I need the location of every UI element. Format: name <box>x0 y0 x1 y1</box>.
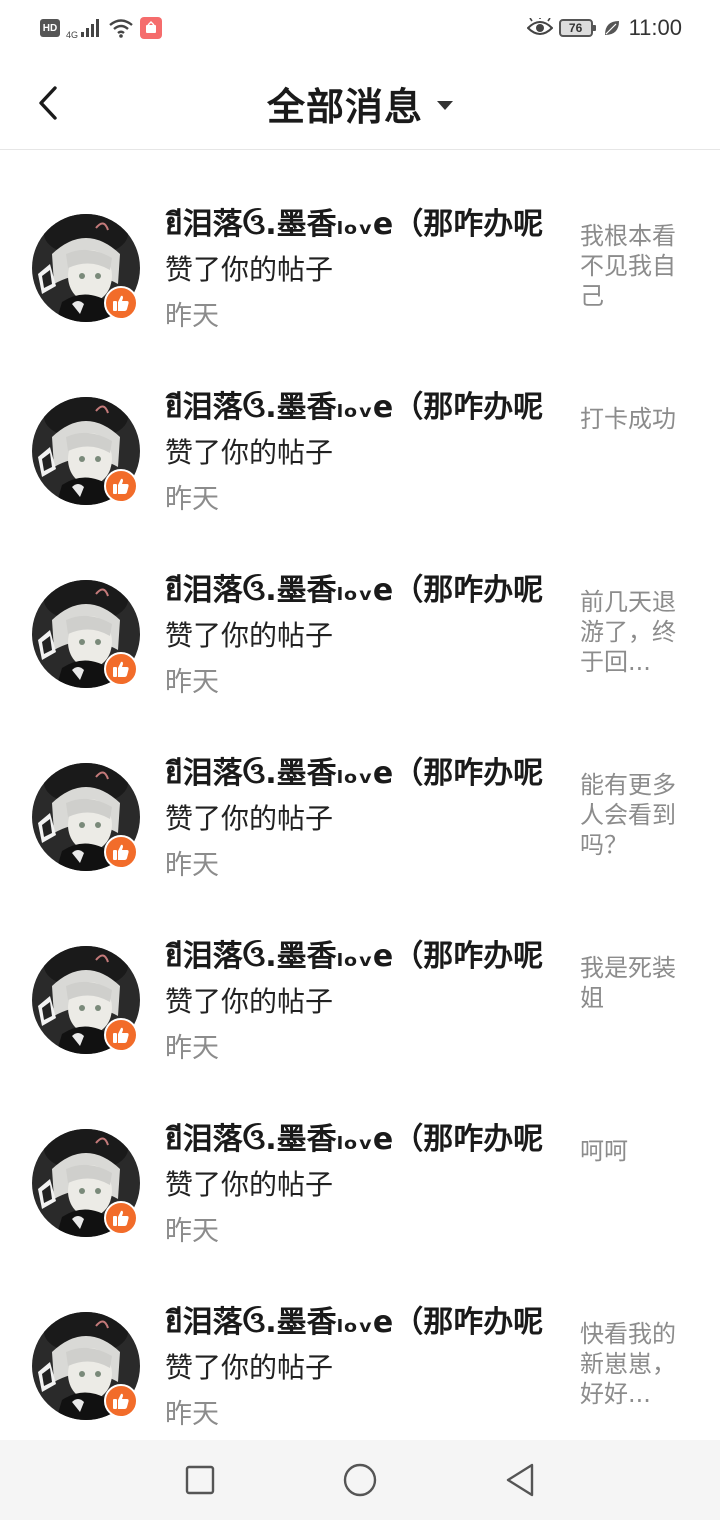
thumbs-up-icon <box>113 1393 129 1409</box>
system-back-button[interactable] <box>500 1460 540 1500</box>
network-type-label: 4G <box>66 30 79 40</box>
sender-name[interactable]: ยี泪落ઉ.墨香ₗₒᵥe（那咋办呢 <box>165 571 555 611</box>
post-preview[interactable]: 前几天退游了，终于回... <box>580 587 690 677</box>
sender-name[interactable]: ยี泪落ઉ.墨香ₗₒᵥe（那咋办呢 <box>165 205 555 245</box>
action-text: 赞了你的帖子 <box>165 1351 334 1384</box>
eye-icon <box>526 18 553 35</box>
like-badge <box>104 469 138 503</box>
thumbs-up-icon <box>113 661 129 677</box>
hd-icon: HD <box>40 19 60 37</box>
message-item[interactable]: ยี泪落ઉ.墨香ₗₒᵥe（那咋办呢 赞了你的帖子 昨天 我是死装姐 <box>0 883 720 1066</box>
signal-icon <box>81 19 100 37</box>
screen: HD 4G 76 11:00 全部消息 ยี泪落ઉ.墨香ₗₒᵥe（那咋办呢 赞了… <box>0 0 720 1520</box>
like-badge <box>104 1018 138 1052</box>
post-preview[interactable]: 能有更多人会看到吗？ <box>580 770 690 860</box>
battery-icon: 76 <box>558 19 596 37</box>
timestamp: 昨天 <box>165 1399 219 1430</box>
app-notification-icon <box>140 17 163 39</box>
home-icon <box>343 1463 377 1497</box>
like-badge <box>104 652 138 686</box>
thumbs-up-icon <box>113 1027 129 1043</box>
thumbs-up-icon <box>113 478 129 494</box>
header: 全部消息 <box>0 56 720 150</box>
timestamp: 昨天 <box>165 667 219 698</box>
like-badge <box>104 835 138 869</box>
sender-name[interactable]: ยี泪落ઉ.墨香ₗₒᵥe（那咋办呢 <box>165 1303 555 1343</box>
message-item[interactable]: ยี泪落ઉ.墨香ₗₒᵥe（那咋办呢 赞了你的帖子 昨天 前几天退游了，终于回..… <box>0 517 720 700</box>
like-badge <box>104 1384 138 1418</box>
message-item[interactable]: ยี泪落ઉ.墨香ₗₒᵥe（那咋办呢 赞了你的帖子 昨天 打卡成功 <box>0 334 720 517</box>
sender-name[interactable]: ยี泪落ઉ.墨香ₗₒᵥe（那咋办呢 <box>165 1120 555 1160</box>
post-preview[interactable]: 打卡成功 <box>580 404 690 434</box>
post-preview[interactable]: 我是死装姐 <box>580 953 690 1013</box>
post-preview[interactable]: 我根本看不见我自己 <box>580 221 690 311</box>
action-text: 赞了你的帖子 <box>165 802 334 835</box>
status-right: 76 11:00 <box>526 15 682 41</box>
thumbs-up-icon <box>113 295 129 311</box>
leaf-icon <box>604 21 619 35</box>
recent-apps-icon <box>185 1465 215 1495</box>
action-text: 赞了你的帖子 <box>165 619 334 652</box>
like-badge <box>104 1201 138 1235</box>
back-triangle-icon <box>506 1463 534 1497</box>
status-left: HD 4G <box>40 16 163 40</box>
timestamp: 昨天 <box>165 484 219 515</box>
sender-name[interactable]: ยี泪落ઉ.墨香ₗₒᵥe（那咋办呢 <box>165 388 555 428</box>
caret-down-icon <box>437 100 453 110</box>
thumbs-up-icon <box>113 844 129 860</box>
sender-name[interactable]: ยี泪落ઉ.墨香ₗₒᵥe（那咋办呢 <box>165 754 555 794</box>
action-text: 赞了你的帖子 <box>165 1168 334 1201</box>
post-preview[interactable]: 快看我的新崽崽，好好... <box>580 1319 690 1409</box>
thumbs-up-icon <box>113 1210 129 1226</box>
action-text: 赞了你的帖子 <box>165 985 334 1018</box>
message-item[interactable]: ยี泪落ઉ.墨香ₗₒᵥe（那咋办呢 赞了你的帖子 昨天 快看我的新崽崽，好好..… <box>0 1249 720 1432</box>
clock: 11:00 <box>628 15 682 40</box>
wifi-icon <box>109 19 133 38</box>
timestamp: 昨天 <box>165 1033 219 1064</box>
status-bar: HD 4G 76 11:00 <box>0 0 720 56</box>
post-preview[interactable]: 呵呵 <box>580 1136 690 1166</box>
sender-name[interactable]: ยี泪落ઉ.墨香ₗₒᵥe（那咋办呢 <box>165 937 555 977</box>
message-filter-dropdown[interactable]: 全部消息 <box>210 56 510 150</box>
page-title: 全部消息 <box>266 84 423 129</box>
timestamp: 昨天 <box>165 301 219 332</box>
timestamp: 昨天 <box>165 1216 219 1247</box>
message-item[interactable]: ยี泪落ઉ.墨香ₗₒᵥe（那咋办呢 赞了你的帖子 昨天 能有更多人会看到吗？ <box>0 700 720 883</box>
message-list: ยี泪落ઉ.墨香ₗₒᵥe（那咋办呢 赞了你的帖子 昨天 我根本看不见我自己 ยี… <box>0 151 720 1432</box>
message-item[interactable]: ยี泪落ઉ.墨香ₗₒᵥe（那咋办呢 赞了你的帖子 昨天 呵呵 <box>0 1066 720 1249</box>
like-badge <box>104 286 138 320</box>
chevron-left-icon <box>39 86 57 120</box>
action-text: 赞了你的帖子 <box>165 436 334 469</box>
timestamp: 昨天 <box>165 850 219 881</box>
action-text: 赞了你的帖子 <box>165 253 334 286</box>
back-button[interactable] <box>28 78 68 128</box>
recent-apps-button[interactable] <box>180 1460 220 1500</box>
system-nav-bar <box>0 1440 720 1520</box>
home-button[interactable] <box>340 1460 380 1500</box>
message-item[interactable]: ยี泪落ઉ.墨香ₗₒᵥe（那咋办呢 赞了你的帖子 昨天 我根本看不见我自己 <box>0 151 720 334</box>
